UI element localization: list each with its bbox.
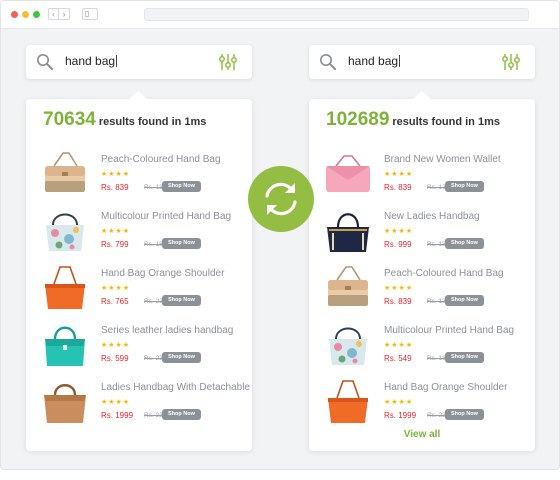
rating-stars: ★★★★ bbox=[101, 399, 131, 406]
peach-bag-image bbox=[45, 152, 85, 192]
shop-now-button[interactable]: Shop Now bbox=[162, 409, 201, 420]
search-icon bbox=[37, 54, 53, 70]
sync-badge bbox=[248, 166, 314, 232]
product-item[interactable]: Series leather ladies handbag ★★★★ Rs. 5… bbox=[39, 319, 249, 375]
product-price: Rs. 839 bbox=[384, 183, 412, 192]
shop-now-button[interactable]: Shop Now bbox=[445, 238, 484, 249]
product-name[interactable]: Peach-Coloured Hand Bag bbox=[384, 268, 504, 279]
rating-stars: ★★★★ bbox=[101, 342, 131, 349]
search-bar-right: hand bag bbox=[309, 45, 535, 79]
floral-bag-image bbox=[46, 213, 84, 251]
shop-now-button[interactable]: Shop Now bbox=[162, 181, 201, 192]
pink-wallet-image bbox=[326, 155, 370, 192]
product-item[interactable]: Peach-Coloured Hand Bag ★★★★ Rs. 839 Rs.… bbox=[322, 262, 532, 318]
product-price: Rs. 799 bbox=[101, 240, 129, 249]
product-price: Rs. 1999 bbox=[101, 411, 134, 420]
browser-window: ‹ › hand bag hand bag 70634 results foun… bbox=[0, 0, 560, 470]
product-name[interactable]: New Ladies Handbag bbox=[384, 211, 480, 222]
navy-bag-image bbox=[327, 213, 369, 252]
results-text: results found in 1ms bbox=[392, 116, 500, 128]
product-name[interactable]: Hand Bag Orange Shoulder bbox=[384, 382, 507, 393]
panel-pointer bbox=[413, 91, 431, 99]
rating-stars: ★★★★ bbox=[101, 228, 131, 235]
results-panel-left: 70634 results found in 1ms Peach-Coloured… bbox=[26, 91, 252, 451]
rating-stars: ★★★★ bbox=[384, 171, 414, 178]
shop-now-button[interactable]: Shop Now bbox=[162, 238, 201, 249]
product-name[interactable]: Multicolour Printed Hand Bag bbox=[384, 325, 514, 336]
shop-now-button[interactable]: Shop Now bbox=[445, 352, 484, 363]
product-name[interactable]: Peach-Coloured Hand Bag bbox=[101, 154, 221, 165]
product-item[interactable]: Multicolour Printed Hand Bag ★★★★ Rs. 79… bbox=[39, 205, 249, 261]
product-name[interactable]: Brand New Women Wallet bbox=[384, 154, 501, 165]
sync-icon bbox=[265, 182, 297, 216]
maximize-window-button[interactable] bbox=[33, 11, 40, 18]
results-count: 70634 bbox=[43, 109, 96, 130]
rating-stars: ★★★★ bbox=[384, 285, 414, 292]
product-price: Rs. 999 bbox=[384, 240, 412, 249]
results-count: 102689 bbox=[326, 109, 390, 130]
tan-bag-image bbox=[44, 384, 86, 423]
floral-bag-image bbox=[329, 327, 367, 365]
product-name[interactable]: Hand Bag Orange Shoulder bbox=[101, 268, 224, 279]
results-text: results found in 1ms bbox=[98, 116, 207, 128]
rating-stars: ★★★★ bbox=[101, 285, 131, 292]
product-item[interactable]: Peach-Coloured Hand Bag ★★★★ Rs. 839 Rs.… bbox=[39, 148, 249, 204]
sidebar-toggle-button[interactable] bbox=[82, 8, 98, 20]
close-window-button[interactable] bbox=[11, 11, 18, 18]
search-input[interactable]: hand bag bbox=[348, 54, 400, 68]
product-item[interactable]: Multicolour Printed Hand Bag ★★★★ Rs. 54… bbox=[322, 319, 532, 375]
address-bar[interactable] bbox=[144, 8, 529, 21]
search-input[interactable]: hand bag bbox=[65, 54, 117, 68]
forward-button[interactable]: › bbox=[59, 8, 70, 20]
product-name[interactable]: Multicolour Printed Hand Bag bbox=[101, 211, 231, 222]
back-button[interactable]: ‹ bbox=[48, 8, 59, 20]
rating-stars: ★★★★ bbox=[384, 399, 414, 406]
title-bar: ‹ › bbox=[1, 1, 559, 29]
product-price: Rs. 839 bbox=[384, 297, 412, 306]
product-item[interactable]: Ladies Handbag With Detachable ★★★★ Rs. … bbox=[39, 376, 250, 432]
results-summary: 102689 results found in 1ms bbox=[326, 109, 500, 131]
product-price: Rs. 1999 bbox=[384, 411, 417, 420]
shop-now-button[interactable]: Shop Now bbox=[445, 181, 484, 192]
rating-stars: ★★★★ bbox=[101, 171, 131, 178]
search-bar-left: hand bag bbox=[26, 45, 252, 79]
product-item[interactable]: Brand New Women Wallet ★★★★ Rs. 839 Rs. … bbox=[322, 148, 532, 204]
orange-bag-image bbox=[45, 266, 85, 309]
sidebar-icon bbox=[85, 11, 89, 17]
filter-sliders-icon[interactable] bbox=[500, 52, 522, 72]
product-item[interactable]: Hand Bag Orange Shoulder ★★★★ Rs. 765 Rs… bbox=[39, 262, 249, 318]
filter-sliders-icon[interactable] bbox=[217, 52, 239, 72]
product-price: Rs. 599 bbox=[101, 354, 129, 363]
orange-bag-image bbox=[328, 380, 368, 423]
product-price: Rs. 839 bbox=[101, 183, 129, 192]
shop-now-button[interactable]: Shop Now bbox=[162, 352, 201, 363]
teal-bag-image bbox=[45, 326, 85, 366]
peach-bag-image bbox=[328, 266, 368, 306]
product-item[interactable]: Hand Bag Orange Shoulder ★★★★ Rs. 1999 R… bbox=[322, 376, 532, 432]
rating-stars: ★★★★ bbox=[384, 228, 414, 235]
product-name[interactable]: Ladies Handbag With Detachable bbox=[101, 382, 250, 393]
product-price: Rs. 765 bbox=[101, 297, 129, 306]
results-panel-right: 102689 results found in 1ms Brand New Wom… bbox=[309, 91, 535, 451]
rating-stars: ★★★★ bbox=[384, 342, 414, 349]
panel-pointer bbox=[129, 91, 147, 99]
minimize-window-button[interactable] bbox=[22, 11, 29, 18]
product-item[interactable]: New Ladies Handbag ★★★★ Rs. 999 Rs. 1899… bbox=[322, 205, 532, 261]
search-icon bbox=[320, 54, 336, 70]
product-price: Rs. 549 bbox=[384, 354, 412, 363]
shop-now-button[interactable]: Shop Now bbox=[445, 409, 484, 420]
product-name[interactable]: Series leather ladies handbag bbox=[101, 325, 233, 336]
view-all-link[interactable]: View all bbox=[309, 429, 535, 440]
shop-now-button[interactable]: Shop Now bbox=[162, 295, 201, 306]
shop-now-button[interactable]: Shop Now bbox=[445, 295, 484, 306]
results-summary: 70634 results found in 1ms bbox=[43, 109, 206, 131]
